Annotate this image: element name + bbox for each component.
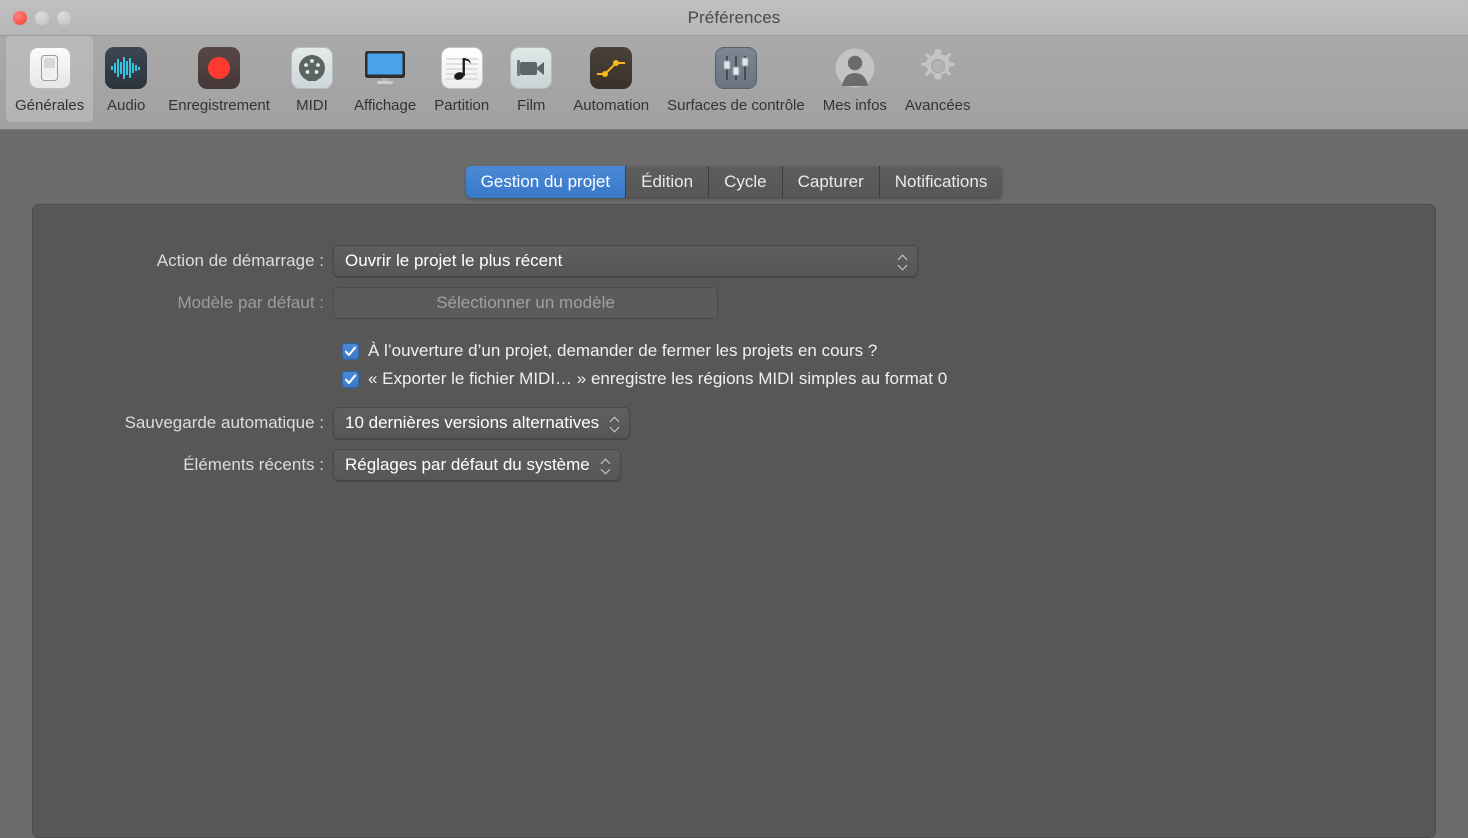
- video-camera-icon: [507, 44, 555, 92]
- chevron-up-down-icon: [608, 413, 620, 433]
- startup-action-value: Ouvrir le projet le plus récent: [345, 251, 563, 270]
- toolbar-item-generales[interactable]: Générales: [6, 36, 94, 122]
- row-close-projects: À l’ouverture d’un projet, demander de f…: [333, 341, 1435, 361]
- recent-items-popup[interactable]: Réglages par défaut du système: [333, 449, 621, 481]
- toolbar-item-label: Enregistrement: [168, 97, 270, 114]
- preferences-window: Préférences Générales Audio Enregistreme…: [0, 0, 1468, 838]
- toolbar-item-film[interactable]: Film: [498, 36, 564, 122]
- toolbar-item-automation[interactable]: Automation: [564, 36, 658, 122]
- row-autosave: Sauvegarde automatique : 10 dernières ve…: [33, 407, 1435, 439]
- faders-icon: [712, 44, 760, 92]
- checkbox-midi-format0[interactable]: [342, 370, 359, 388]
- toolbar-item-partition[interactable]: Partition: [425, 36, 498, 122]
- minimize-window-button[interactable]: [35, 11, 49, 25]
- toolbar-item-audio[interactable]: Audio: [93, 36, 159, 122]
- default-template-value: Sélectionner un modèle: [436, 293, 615, 312]
- zoom-window-button[interactable]: [57, 11, 71, 25]
- checkmark-icon: [344, 346, 357, 356]
- chevron-up-down-icon: [599, 455, 611, 475]
- toolbar-item-label: Surfaces de contrôle: [667, 97, 805, 114]
- midi-format0-label: « Exporter le fichier MIDI… » enregistre…: [368, 369, 948, 388]
- settings-panel: Action de démarrage : Ouvrir le projet l…: [32, 204, 1436, 838]
- close-projects-label: À l’ouverture d’un projet, demander de f…: [368, 341, 878, 360]
- music-note-icon: [438, 44, 486, 92]
- toolbar-item-midi[interactable]: MIDI: [279, 36, 345, 122]
- toolbar-item-label: MIDI: [296, 97, 328, 114]
- toolbar-item-surfaces-de-controle[interactable]: Surfaces de contrôle: [658, 36, 814, 122]
- record-icon: [195, 44, 243, 92]
- tab-capturer[interactable]: Capturer: [782, 166, 880, 198]
- toolbar-item-mes-infos[interactable]: Mes infos: [814, 36, 896, 122]
- automation-curve-icon: [587, 44, 635, 92]
- close-window-button[interactable]: [13, 11, 27, 25]
- tab-gestion-du-projet[interactable]: Gestion du projet: [465, 166, 627, 198]
- row-startup-action: Action de démarrage : Ouvrir le projet l…: [33, 245, 1435, 277]
- row-default-template: Modèle par défaut : Sélectionner un modè…: [33, 287, 1435, 319]
- tab-bar: Gestion du projet Édition Cycle Capturer…: [32, 166, 1436, 198]
- waveform-icon: [102, 44, 150, 92]
- recent-items-value: Réglages par défaut du système: [345, 455, 590, 474]
- toolbar-item-affichage[interactable]: Affichage: [345, 36, 425, 122]
- toolbar-item-label: Audio: [107, 97, 146, 114]
- autosave-label: Sauvegarde automatique :: [124, 413, 324, 432]
- autosave-value: 10 dernières versions alternatives: [345, 413, 600, 432]
- toolbar-item-label: Partition: [434, 97, 490, 114]
- checkmark-icon: [344, 374, 357, 384]
- toolbar-item-enregistrement[interactable]: Enregistrement: [159, 36, 279, 122]
- traffic-lights: [13, 11, 71, 25]
- toolbar-item-label: Générales: [15, 97, 85, 114]
- toolbar-item-label: Mes infos: [822, 97, 887, 114]
- checkbox-close-projects[interactable]: [342, 342, 359, 360]
- chevron-up-down-icon: [896, 251, 908, 271]
- gear-icon: [914, 44, 962, 92]
- window-titlebar: Préférences: [0, 0, 1468, 36]
- preferences-content: Gestion du projet Édition Cycle Capturer…: [0, 130, 1468, 838]
- midi-din-icon: [288, 44, 336, 92]
- page-title: Préférences: [687, 7, 781, 27]
- display-monitor-icon: [361, 44, 409, 92]
- tab-edition[interactable]: Édition: [626, 166, 710, 198]
- tab-cycle[interactable]: Cycle: [709, 166, 783, 198]
- tab-notifications[interactable]: Notifications: [879, 166, 1003, 198]
- startup-action-popup[interactable]: Ouvrir le projet le plus récent: [333, 245, 918, 277]
- row-recent-items: Éléments récents : Réglages par défaut d…: [33, 449, 1435, 481]
- row-midi-format0: « Exporter le fichier MIDI… » enregistre…: [333, 369, 1435, 389]
- autosave-popup[interactable]: 10 dernières versions alternatives: [333, 407, 631, 439]
- user-avatar-icon: [831, 44, 879, 92]
- default-template-button[interactable]: Sélectionner un modèle: [333, 287, 718, 319]
- toolbar-item-label: Film: [517, 97, 546, 114]
- switch-icon: [26, 44, 74, 92]
- preferences-toolbar: Générales Audio Enregistrement MIDI Affi…: [0, 36, 1468, 130]
- recent-items-label: Éléments récents :: [183, 455, 324, 474]
- toolbar-item-label: Automation: [573, 97, 650, 114]
- toolbar-item-label: Avancées: [904, 97, 971, 114]
- toolbar-item-avancees[interactable]: Avancées: [896, 36, 980, 122]
- toolbar-item-label: Affichage: [353, 97, 417, 114]
- default-template-label: Modèle par défaut :: [177, 293, 324, 312]
- tab-group: Gestion du projet Édition Cycle Capturer…: [465, 166, 1003, 198]
- startup-action-label: Action de démarrage :: [156, 251, 324, 270]
